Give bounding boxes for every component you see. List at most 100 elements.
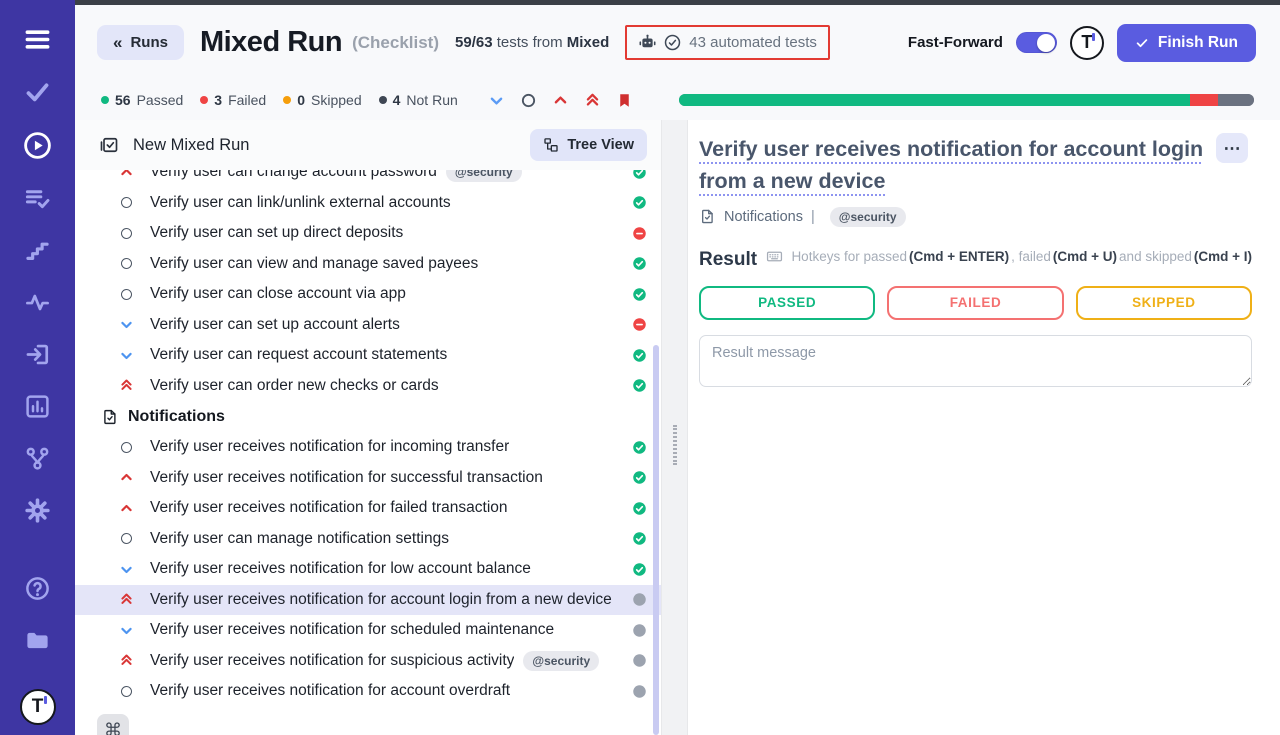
list-check-icon <box>24 185 51 212</box>
test-row[interactable]: Verify user can close account via app <box>75 279 661 310</box>
test-row[interactable]: Verify user can view and manage saved pa… <box>75 249 661 280</box>
tree-view-label: Tree View <box>567 137 634 153</box>
sidebar-item-bar-chart[interactable] <box>24 393 51 420</box>
status-notrun-icon <box>632 653 647 668</box>
test-row[interactable]: Verify user receives notification for in… <box>75 432 661 463</box>
sidebar-item-menu[interactable] <box>24 26 51 53</box>
status-dot <box>101 96 109 104</box>
result-passed-button[interactable]: PASSED <box>699 286 875 320</box>
fast-forward-toggle[interactable] <box>1016 32 1057 53</box>
circle-marker-icon <box>121 686 132 697</box>
sidebar-item-activity[interactable] <box>24 289 51 316</box>
filter-chevrons-up-icon[interactable] <box>584 92 601 109</box>
test-row[interactable]: Verify user receives notification for fa… <box>75 493 661 524</box>
robot-icon <box>638 33 657 52</box>
test-label: Verify user can link/unlink external acc… <box>150 194 451 212</box>
test-label: Verify user receives notification for su… <box>150 652 514 670</box>
suite-row[interactable]: Notifications <box>75 401 661 432</box>
circle-marker-icon <box>121 533 132 544</box>
status-passed-icon <box>632 378 647 393</box>
filter-circle-icon[interactable] <box>520 92 537 109</box>
test-label: Verify user receives notification for in… <box>150 438 509 456</box>
more-menu-button[interactable]: ⋯ <box>1216 133 1248 163</box>
circle-marker-icon <box>121 258 132 269</box>
tree-view-button[interactable]: Tree View <box>530 129 647 161</box>
result-message-input[interactable] <box>699 335 1252 387</box>
tree-view-icon <box>543 137 559 153</box>
progress-segment-failed <box>1190 94 1218 106</box>
run-name-label: New Mixed Run <box>133 136 249 155</box>
play-circle-icon <box>22 130 53 161</box>
chevron-down-icon <box>119 562 134 577</box>
tests-source: Mixed <box>567 34 610 51</box>
chevrons-up-icon <box>119 592 134 607</box>
test-row[interactable]: Verify user can order new checks or card… <box>75 371 661 402</box>
tag-security[interactable]: @security <box>830 207 906 227</box>
sidebar-item-list-check[interactable] <box>24 185 51 212</box>
test-row[interactable]: Verify user can request account statemen… <box>75 340 661 371</box>
chevrons-left-icon: « <box>113 34 122 51</box>
finish-run-label: Finish Run <box>1158 34 1238 52</box>
test-row[interactable]: Verify user receives notification for su… <box>75 463 661 494</box>
list-scrollbar[interactable] <box>653 345 659 735</box>
test-row[interactable]: Verify user receives notification for ac… <box>75 676 661 707</box>
sidebar-item-check[interactable] <box>24 78 51 105</box>
test-row[interactable]: Verify user can manage notification sett… <box>75 524 661 555</box>
test-meta: Notifications | @security <box>699 207 1252 227</box>
suite-label[interactable]: Notifications <box>724 209 803 225</box>
test-row[interactable]: Verify user can change account password @… <box>75 170 661 188</box>
test-row[interactable]: Verify user can link/unlink external acc… <box>75 188 661 219</box>
test-row[interactable]: Verify user receives notification for sc… <box>75 615 661 646</box>
command-key-button[interactable]: ⌘ <box>97 714 129 735</box>
tests-count: 59/63 <box>455 34 493 51</box>
finish-run-button[interactable]: Finish Run <box>1117 24 1256 62</box>
chevrons-up-icon <box>119 653 134 668</box>
run-progress-bar <box>679 94 1254 106</box>
test-row[interactable]: Verify user receives notification for su… <box>75 646 661 677</box>
testomat-logo[interactable]: T <box>1070 26 1104 60</box>
folder-icon <box>24 627 51 654</box>
sidebar-item-stairs[interactable] <box>24 237 51 264</box>
sidebar-item-gear[interactable] <box>24 497 51 524</box>
test-row[interactable]: Verify user receives notification for ac… <box>75 585 661 616</box>
sidebar-item-help[interactable] <box>24 575 51 602</box>
test-title[interactable]: Verify user receives notification for ac… <box>699 133 1204 198</box>
test-list-panel: New Mixed Run Tree View Verify user can … <box>75 120 661 735</box>
sidebar-item-folder[interactable] <box>24 627 51 654</box>
login-icon <box>24 341 51 368</box>
sidebar-item-login[interactable] <box>24 341 51 368</box>
panel-splitter[interactable] <box>661 120 688 735</box>
filter-chevron-up-icon[interactable] <box>552 92 569 109</box>
result-failed-button[interactable]: FAILED <box>887 286 1063 320</box>
test-label: Verify user can set up direct deposits <box>150 224 403 242</box>
main-area: « Runs Mixed Run (Checklist) 59/63 tests… <box>75 0 1280 735</box>
tag-security: @security <box>446 170 522 182</box>
test-list-header: New Mixed Run Tree View <box>75 120 661 170</box>
test-label: Verify user can change account password <box>150 170 437 181</box>
automated-tests-badge[interactable]: 43 automated tests <box>625 25 830 60</box>
test-row[interactable]: Verify user can set up direct deposits <box>75 218 661 249</box>
status-passed-icon <box>632 470 647 485</box>
status-dot <box>283 96 291 104</box>
test-label: Verify user receives notification for lo… <box>150 560 531 578</box>
filter-bookmark-icon[interactable] <box>616 92 633 109</box>
chevron-down-icon <box>119 623 134 638</box>
circle-marker-icon <box>121 197 132 208</box>
check-icon <box>1135 36 1149 50</box>
back-to-runs-button[interactable]: « Runs <box>97 25 184 60</box>
status-notrun-icon <box>632 623 647 638</box>
result-skipped-button[interactable]: SKIPPED <box>1076 286 1252 320</box>
filter-chevron-down-icon[interactable] <box>488 92 505 109</box>
stat-passed: 56Passed <box>101 92 183 108</box>
sidebar-item-play-circle[interactable] <box>22 130 53 161</box>
test-label: Verify user receives notification for ac… <box>150 591 612 609</box>
test-row[interactable]: Verify user can set up account alerts <box>75 310 661 341</box>
status-passed-icon <box>632 287 647 302</box>
testomat-logo-bottom[interactable]: T <box>20 689 56 725</box>
status-passed-icon <box>632 256 647 271</box>
chevron-down-icon <box>119 348 134 363</box>
tests-count-label: 59/63 tests from Mixed <box>455 34 609 51</box>
doc-check-icon <box>101 408 119 426</box>
test-row[interactable]: Verify user receives notification for lo… <box>75 554 661 585</box>
sidebar-item-git-branch[interactable] <box>24 445 51 472</box>
